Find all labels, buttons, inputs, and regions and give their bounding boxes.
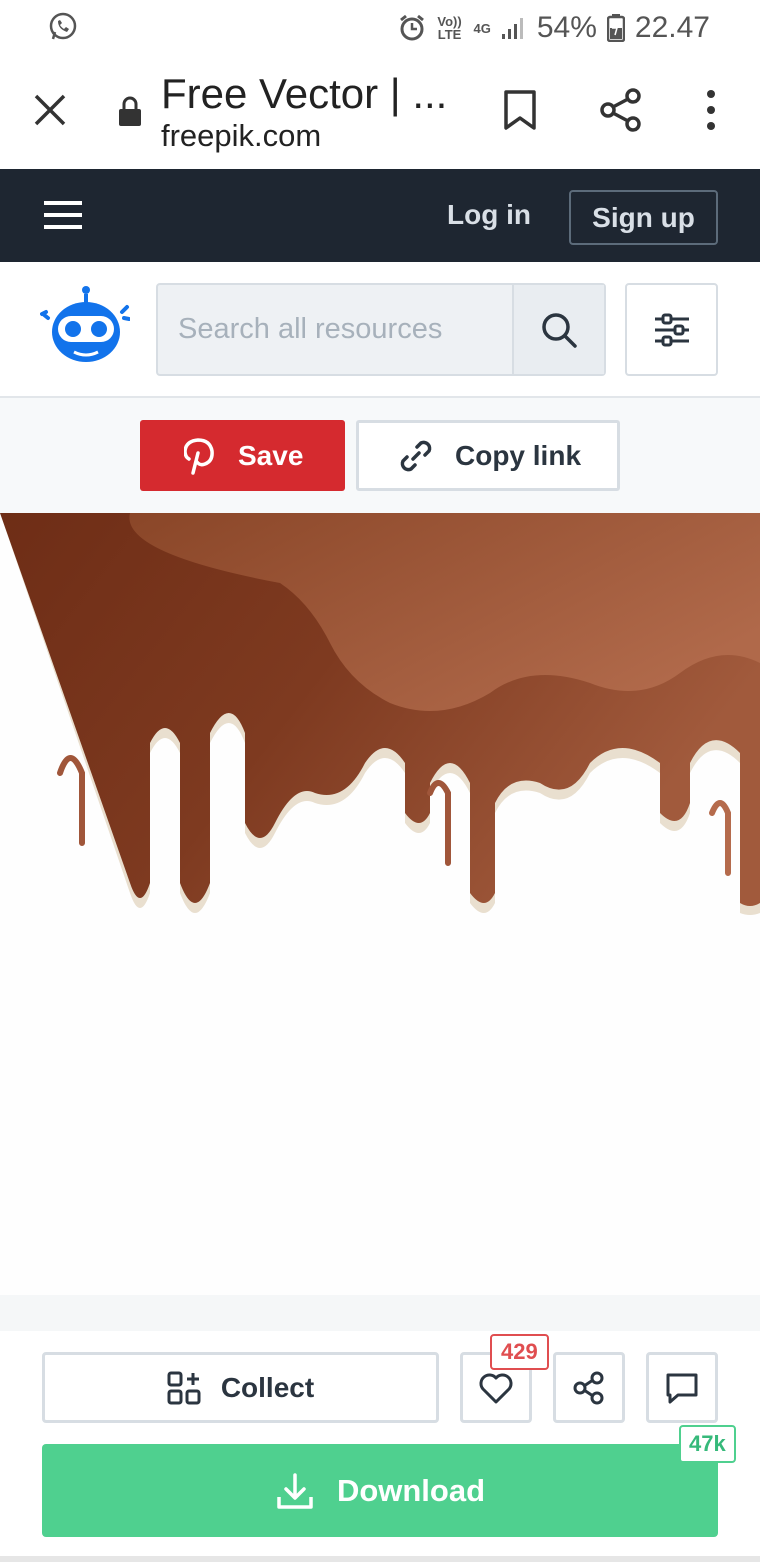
link-icon (400, 440, 432, 471)
download-label: Download (336, 1472, 486, 1508)
search-area (0, 262, 760, 398)
close-icon[interactable] (26, 86, 74, 134)
page-title[interactable]: Free Vector | ... (161, 70, 447, 118)
lock-icon (119, 96, 141, 126)
bookmark-icon[interactable] (496, 84, 544, 136)
search-icon (542, 312, 577, 348)
comment-icon (666, 1373, 698, 1403)
save-label: Save (238, 439, 304, 471)
whatsapp-icon (49, 12, 77, 40)
signal-icon (501, 18, 523, 39)
heart-icon (479, 1373, 513, 1403)
login-link[interactable]: Log in (447, 199, 531, 231)
share-icon[interactable] (596, 84, 646, 136)
battery-icon (606, 14, 625, 42)
collect-label: Collect (220, 1371, 315, 1403)
collection-add-icon (167, 1371, 201, 1404)
site-header: Log in Sign up (0, 169, 760, 262)
preview-footer-strip (0, 1295, 760, 1331)
clock: 22.47 (634, 11, 710, 44)
copy-link-button[interactable]: Copy link (356, 420, 620, 491)
volte-indicator: Vo)) LTE (437, 14, 462, 42)
system-nav-line (0, 1556, 760, 1562)
search-input[interactable] (158, 285, 514, 374)
share-icon (573, 1371, 604, 1404)
page-url[interactable]: freepik.com (161, 118, 321, 154)
bottom-actions: Collect 429 Download 47k (0, 1331, 760, 1562)
download-count-badge: 47k (679, 1425, 736, 1463)
signup-button[interactable]: Sign up (569, 190, 718, 245)
chocolate-drip-illustration (0, 513, 760, 915)
hamburger-menu-icon[interactable] (40, 195, 86, 235)
download-button[interactable]: Download (42, 1444, 718, 1537)
resource-preview-image[interactable] (0, 513, 760, 1295)
pinterest-icon (184, 437, 214, 475)
network-type: 4G (473, 20, 491, 36)
search-box (156, 283, 606, 376)
browser-toolbar: Free Vector | ... freepik.com (0, 56, 760, 169)
share-row: Save Copy link (0, 398, 760, 513)
download-icon (277, 1472, 313, 1509)
freepik-logo[interactable] (40, 282, 130, 368)
collect-button[interactable]: Collect (42, 1352, 439, 1423)
comment-button[interactable] (646, 1352, 718, 1423)
filter-button[interactable] (625, 283, 718, 376)
status-bar: Vo)) LTE 4G 54% 22.47 (0, 0, 760, 56)
share-button[interactable] (553, 1352, 625, 1423)
like-count-badge: 429 (490, 1334, 549, 1370)
battery-percent: 54% (536, 11, 597, 44)
more-options-icon[interactable] (694, 84, 728, 136)
copy-link-label: Copy link (455, 439, 582, 471)
alarm-icon (399, 14, 424, 41)
search-button[interactable] (512, 285, 604, 374)
pinterest-save-button[interactable]: Save (140, 420, 345, 491)
filters-icon (654, 313, 689, 346)
